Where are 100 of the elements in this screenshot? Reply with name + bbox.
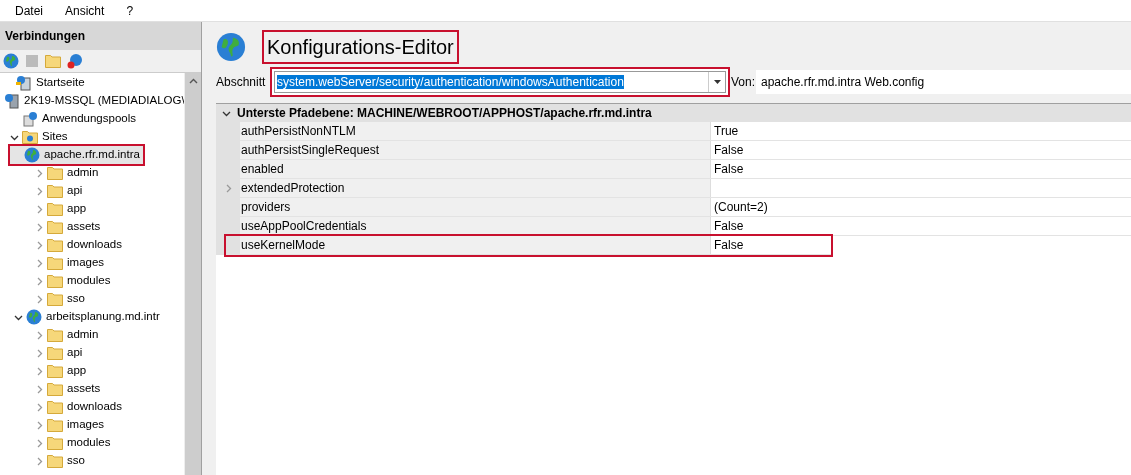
property-row[interactable]: useKernelMode False [226, 236, 831, 255]
folder-icon [47, 382, 63, 396]
property-value: (Count=2) [710, 198, 1131, 216]
tree-item-label: Anwendungspools [42, 111, 136, 127]
tree-item-label: 2K19-MSSQL (MEDIADIALOG\ [24, 93, 184, 109]
tree-item-label: Startseite [36, 75, 85, 91]
property-value: False [710, 160, 1131, 178]
section-value: system.webServer/security/authentication/windowsAuthentication [277, 75, 624, 89]
tree-item[interactable]: Sites [20, 128, 71, 146]
tree-item[interactable]: api [45, 182, 86, 200]
tree-item-label: admin [67, 165, 99, 181]
tree-item-label: modules [67, 273, 111, 289]
tree-item-label: sso [67, 453, 85, 469]
folder-icon [47, 400, 63, 414]
folder-icon [47, 256, 63, 270]
tree-item-label: modules [67, 435, 111, 451]
folder-icon [47, 346, 63, 360]
folder-icon [47, 220, 63, 234]
server-icon [4, 93, 20, 109]
globe-icon [24, 147, 40, 163]
globe-icon [26, 309, 42, 325]
property-row[interactable]: authPersistSingleRequest False [240, 141, 1131, 160]
property-row[interactable]: useAppPoolCredentials False [240, 217, 1131, 236]
property-name: providers [240, 198, 710, 216]
property-row[interactable]: enabled False [240, 160, 1131, 179]
group-header[interactable]: Unterste Pfadebene: MACHINE/WEBROOT/APPHOST/apache.rfr.md.intra [216, 104, 1131, 122]
tree-item[interactable]: admin [45, 326, 102, 344]
tree-item[interactable]: assets [45, 218, 104, 236]
property-name: enabled [240, 160, 710, 178]
tree-item-label: sso [67, 291, 85, 307]
folder-icon [47, 202, 63, 216]
tree-item-label: app [67, 363, 87, 379]
tree-item[interactable]: sso [45, 452, 88, 470]
tree-item-label: Sites [42, 129, 68, 145]
from-label: Von: [731, 74, 756, 91]
menu-item[interactable]: Datei [15, 1, 43, 20]
tree-item-label: api [67, 345, 83, 361]
tree-item[interactable]: Startseite [14, 74, 88, 92]
tree-item[interactable]: api [45, 344, 86, 362]
tree-item-label: app [67, 201, 87, 217]
tree-item-label: admin [67, 327, 99, 343]
tree-item[interactable]: modules [45, 434, 114, 452]
globe-icon [3, 53, 19, 69]
dropdown-caret-icon[interactable] [713, 80, 721, 84]
tree-item-label: apache.rfr.md.intra [44, 147, 140, 163]
tree-item-label: downloads [67, 237, 122, 253]
folder-icon [47, 238, 63, 252]
save-icon[interactable] [25, 54, 39, 68]
tree-item[interactable]: downloads [45, 398, 125, 416]
panel-header: Verbindungen [0, 22, 201, 50]
folder-up-icon[interactable] [45, 54, 61, 68]
tree-item[interactable]: images [45, 416, 108, 434]
property-value: True [710, 122, 1131, 140]
tree-item[interactable]: Anwendungspools [20, 110, 139, 128]
tree-item-label: images [67, 255, 105, 271]
menu-item[interactable]: ? [126, 1, 134, 20]
tree-item[interactable]: apache.rfr.md.intra [10, 146, 143, 164]
menu-item[interactable]: Ansicht [65, 1, 105, 20]
tree-item[interactable]: app [45, 362, 90, 380]
tree-item[interactable]: downloads [45, 236, 125, 254]
folder-icon [47, 418, 63, 432]
property-row[interactable]: authPersistNonNTLM True [240, 122, 1131, 141]
globe-icon [216, 32, 246, 62]
home-page-icon [16, 75, 32, 91]
property-name: useKernelMode [240, 236, 710, 254]
property-name: authPersistNonNTLM [240, 122, 710, 140]
property-row[interactable]: extendedProtection [240, 179, 1131, 198]
property-name: extendedProtection [240, 179, 710, 197]
sites-folder-icon [22, 130, 38, 144]
tree-item[interactable]: admin [45, 164, 102, 182]
property-value: False [710, 236, 831, 254]
scroll-up-icon[interactable] [188, 78, 198, 84]
folder-icon [47, 364, 63, 378]
folder-icon [47, 454, 63, 468]
tree-item[interactable]: arbeitsplanung.md.intr [24, 308, 163, 326]
property-value: False [710, 141, 1131, 159]
folder-icon [47, 274, 63, 288]
section-label: Abschnitt [216, 74, 267, 91]
disconnect-icon[interactable] [67, 53, 83, 69]
from-field[interactable]: apache.rfr.md.intra Web.config [756, 70, 1131, 94]
property-row[interactable]: providers (Count=2) [240, 198, 1131, 217]
tree-item[interactable]: modules [45, 272, 114, 290]
tree-item[interactable]: 2K19-MSSQL (MEDIADIALOG\ [2, 92, 184, 110]
folder-icon [47, 292, 63, 306]
scrollbar[interactable] [184, 73, 201, 475]
folder-icon [47, 184, 63, 198]
tree-item-label: downloads [67, 399, 122, 415]
property-name: useAppPoolCredentials [240, 217, 710, 235]
property-value: False [710, 217, 1131, 235]
tree-item-label: api [67, 183, 83, 199]
tree-item-label: images [67, 417, 105, 433]
tree-item-label: assets [67, 381, 101, 397]
tree-item[interactable]: sso [45, 290, 88, 308]
tree-item[interactable]: images [45, 254, 108, 272]
folder-icon [47, 166, 63, 180]
tree-item[interactable]: app [45, 200, 90, 218]
tree-item-label: arbeitsplanung.md.intr [46, 309, 160, 325]
folder-icon [47, 436, 63, 450]
app-pool-icon [22, 111, 38, 127]
tree-item[interactable]: assets [45, 380, 104, 398]
